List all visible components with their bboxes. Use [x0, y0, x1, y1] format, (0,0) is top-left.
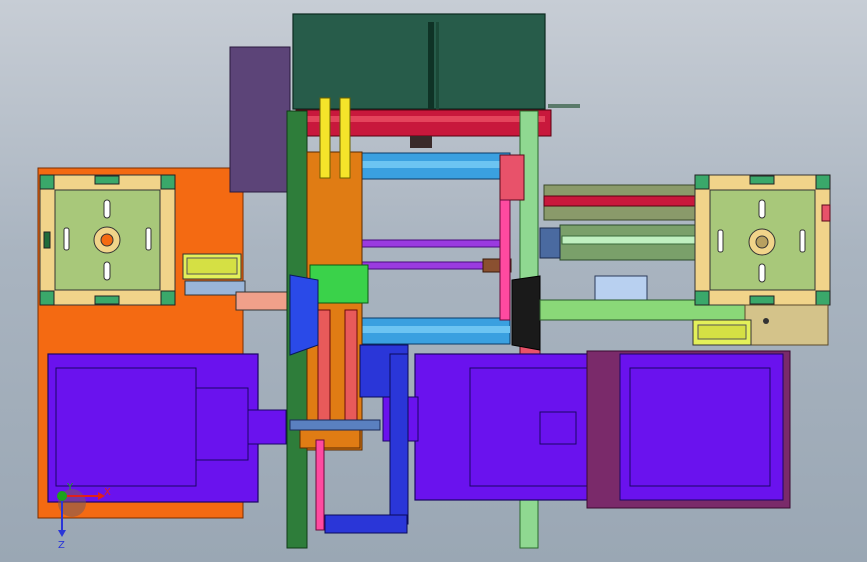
left-blue-clamp-body — [289, 274, 319, 356]
top-enclosure — [292, 13, 580, 110]
blue-rails — [359, 152, 511, 345]
center-motor — [382, 353, 618, 501]
left-square-fixture — [39, 174, 176, 306]
cad-viewport[interactable]: X Y Z — [0, 0, 867, 562]
left-motor — [47, 353, 287, 503]
x-axis-label: X — [104, 487, 111, 498]
top-red-rail — [295, 109, 552, 148]
machine-assembly-drawing: X Y Z — [37, 13, 831, 551]
y-axis-label: Y — [66, 482, 74, 493]
right-motor — [586, 350, 791, 509]
purple-rods — [359, 239, 512, 273]
right-black-clamp-body — [511, 275, 541, 351]
y-axis-arrow — [57, 491, 67, 501]
left-control-box — [229, 46, 291, 193]
z-axis-label: Z — [58, 540, 65, 551]
right-square-fixture — [694, 174, 831, 306]
